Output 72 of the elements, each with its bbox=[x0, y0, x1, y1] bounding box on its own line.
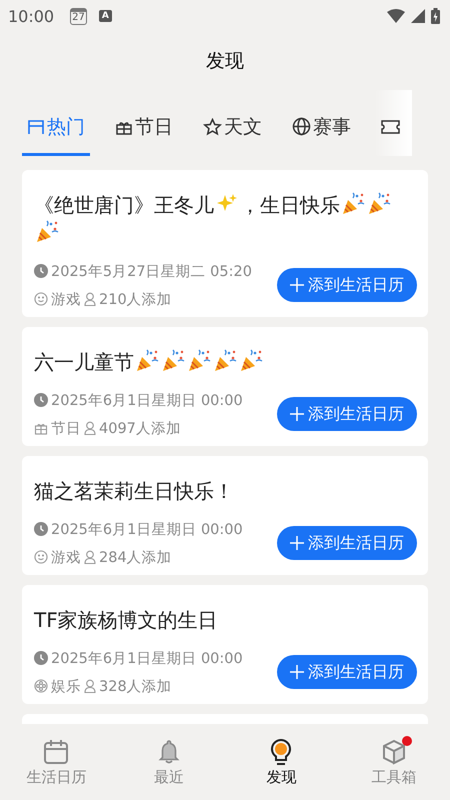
party-popper-icon bbox=[34, 220, 60, 244]
smiley-icon bbox=[34, 550, 48, 564]
globe-icon bbox=[292, 117, 311, 136]
ticket-icon bbox=[381, 118, 400, 134]
nav-label: 最近 bbox=[154, 768, 184, 786]
party-popper-icon bbox=[186, 349, 212, 373]
wifi-icon bbox=[387, 9, 405, 23]
clock-icon bbox=[34, 264, 48, 278]
add-to-calendar-button[interactable]: 添到生活日历 bbox=[277, 655, 417, 689]
event-title: TF家族杨博文的生日 bbox=[34, 608, 218, 632]
battery-charging-icon bbox=[431, 8, 440, 24]
category-tab[interactable]: 节日 bbox=[110, 90, 178, 156]
plus-icon bbox=[290, 536, 304, 550]
event-category: 游戏 bbox=[51, 290, 81, 308]
event-time: 2025年6月1日星期日 00:00 bbox=[51, 392, 243, 410]
light-bulb-icon bbox=[270, 738, 292, 766]
person-icon bbox=[84, 421, 96, 435]
party-popper-icon bbox=[160, 349, 186, 373]
plus-icon bbox=[290, 665, 304, 679]
gift-icon bbox=[34, 421, 48, 435]
calendar-notification-icon: 27 bbox=[70, 8, 87, 24]
category-tab[interactable]: 赛事 bbox=[287, 90, 356, 156]
person-icon bbox=[84, 292, 96, 306]
clock-icon bbox=[34, 522, 48, 536]
event-category: 游戏 bbox=[51, 548, 81, 566]
smiley-icon bbox=[34, 292, 48, 306]
added-count: 210人添加 bbox=[99, 290, 172, 308]
event-time: 2025年6月1日星期日 00:00 bbox=[51, 650, 243, 668]
film-reel-icon bbox=[34, 679, 48, 693]
party-popper-icon bbox=[212, 349, 238, 373]
keyboard-notification-icon: A bbox=[98, 10, 112, 22]
person-icon bbox=[84, 679, 96, 693]
nav-tab[interactable]: 工具箱 bbox=[338, 724, 450, 800]
add-to-calendar-button[interactable]: 添到生活日历 bbox=[277, 526, 417, 560]
nav-tab[interactable]: 发现 bbox=[225, 724, 338, 800]
event-title: ，生日快乐 bbox=[240, 193, 340, 217]
party-popper-icon bbox=[366, 192, 392, 216]
nav-tab[interactable]: 生活日历 bbox=[0, 724, 112, 800]
clock-icon bbox=[34, 651, 48, 665]
nav-label: 发现 bbox=[266, 768, 296, 786]
added-count: 4097人添加 bbox=[99, 420, 181, 438]
plus-icon bbox=[290, 407, 304, 421]
event-title: 六一儿童节 bbox=[34, 350, 134, 374]
category-tab[interactable]: 热门 bbox=[22, 90, 90, 156]
star-icon bbox=[203, 118, 222, 136]
plus-icon bbox=[290, 278, 304, 292]
cube-icon bbox=[382, 738, 406, 764]
status-time: 10:00 bbox=[8, 6, 54, 26]
event-time: 2025年6月1日星期日 00:00 bbox=[51, 520, 243, 538]
calendar-icon bbox=[27, 118, 45, 136]
event-category: 娱乐 bbox=[51, 678, 81, 696]
calendar-icon bbox=[43, 738, 70, 764]
nav-tab[interactable]: 最近 bbox=[112, 724, 225, 800]
add-to-calendar-button[interactable]: 添到生活日历 bbox=[277, 268, 417, 302]
clock-icon bbox=[34, 393, 48, 407]
event-category: 节日 bbox=[51, 420, 81, 438]
event-time: 2025年5月27日星期二 05:20 bbox=[51, 262, 252, 280]
category-tab[interactable]: 天文 bbox=[198, 90, 267, 156]
event-title: 猫之茗茉莉生日快乐！ bbox=[34, 479, 234, 503]
party-popper-icon bbox=[134, 349, 160, 373]
added-count: 328人添加 bbox=[99, 678, 172, 696]
add-to-calendar-button[interactable]: 添到生活日历 bbox=[277, 397, 417, 431]
page-title: 发现 bbox=[206, 49, 244, 74]
signal-icon bbox=[411, 9, 425, 23]
event-title: 《绝世唐门》王冬儿 bbox=[34, 193, 214, 217]
nav-label: 生活日历 bbox=[26, 768, 86, 786]
nav-label: 工具箱 bbox=[371, 768, 416, 786]
party-popper-icon bbox=[340, 192, 366, 216]
party-popper-icon bbox=[238, 349, 264, 373]
bell-icon bbox=[158, 738, 180, 764]
person-icon bbox=[84, 550, 96, 564]
added-count: 284人添加 bbox=[99, 548, 172, 566]
